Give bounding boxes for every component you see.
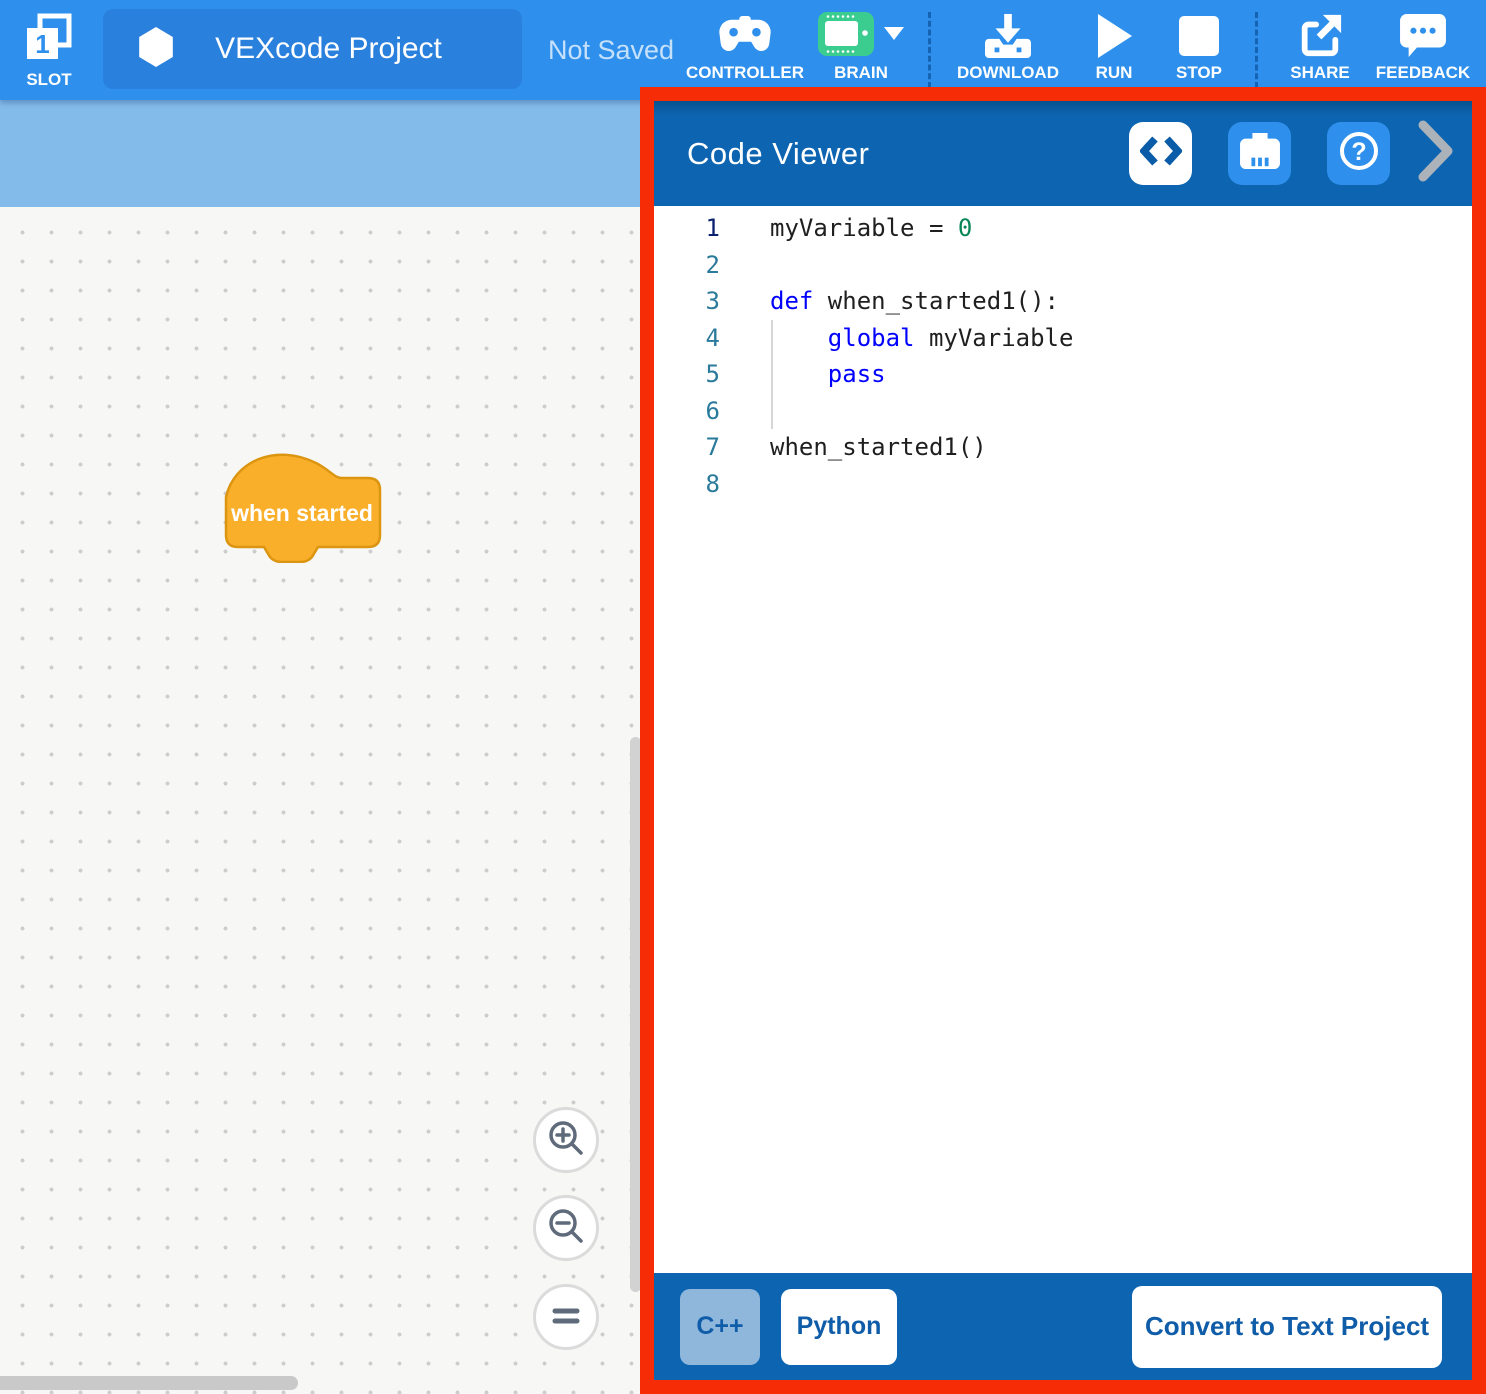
when-started-block-label: when started <box>230 500 373 526</box>
controller-button[interactable]: CONTROLLER <box>682 0 808 100</box>
code-token: pass <box>828 360 886 388</box>
indent-guide <box>771 356 773 393</box>
code-line: 5 pass <box>654 356 1472 393</box>
controller-label: CONTROLLER <box>686 63 804 83</box>
code-brackets-icon <box>1140 135 1182 172</box>
code-line: 6 <box>654 393 1472 430</box>
toolbar-actions: CONTROLLER <box>682 0 1478 100</box>
brain-label: BRAIN <box>834 63 888 83</box>
line-number: 8 <box>654 470 720 498</box>
code-line: 7 when_started1() <box>654 429 1472 466</box>
code-line: 4 global myVariable <box>654 320 1472 357</box>
brain-dropdown-caret-icon[interactable] <box>884 27 904 45</box>
when-started-block[interactable]: when started <box>220 451 384 563</box>
code-token: when_started1(): <box>813 287 1059 315</box>
indent-guide <box>771 320 773 357</box>
code-token: 0 <box>958 214 972 242</box>
feedback-label: FEEDBACK <box>1376 63 1470 83</box>
line-number: 6 <box>654 397 720 425</box>
toolbar-separator <box>928 12 931 88</box>
code-line-content: pass <box>720 360 886 388</box>
run-button[interactable]: RUN <box>1071 0 1157 100</box>
share-button[interactable]: SHARE <box>1272 0 1368 100</box>
code-token: when_started1() <box>770 433 987 461</box>
slot-label: SLOT <box>26 70 71 90</box>
zoom-in-icon <box>546 1118 586 1163</box>
download-icon <box>983 12 1033 60</box>
line-number: 2 <box>654 251 720 279</box>
code-line: 3def when_started1(): <box>654 283 1472 320</box>
line-number: 3 <box>654 287 720 315</box>
code-line-content: def when_started1(): <box>720 287 1059 315</box>
stop-icon <box>1179 12 1219 60</box>
slot-button[interactable]: 1 SLOT <box>18 6 80 96</box>
code-line-content: global myVariable <box>720 324 1073 352</box>
toolbar-separator <box>1255 12 1258 88</box>
code-view-toggle-button[interactable] <box>1129 122 1192 185</box>
project-title: VEXcode Project <box>175 32 522 66</box>
brain-button[interactable]: BRAIN <box>808 0 914 100</box>
download-button[interactable]: DOWNLOAD <box>945 0 1071 100</box>
code-token: myVariable = <box>770 214 958 242</box>
brain-icon <box>818 12 874 61</box>
zoom-reset-button[interactable] <box>533 1284 599 1350</box>
language-tab-python[interactable]: Python <box>781 1289 897 1365</box>
code-line: 8 <box>654 466 1472 503</box>
code-token: myVariable <box>915 324 1074 352</box>
stop-button[interactable]: STOP <box>1157 0 1241 100</box>
run-icon <box>1096 12 1132 60</box>
code-line: 1myVariable = 0 <box>654 210 1472 247</box>
code-token <box>770 360 828 388</box>
share-icon <box>1297 12 1343 60</box>
code-viewer-panel-highlighted: Code Viewer <box>640 87 1486 1394</box>
help-button[interactable]: ? <box>1327 122 1390 185</box>
hexagon-icon <box>137 26 175 73</box>
run-label: RUN <box>1096 63 1133 83</box>
collapse-panel-button[interactable] <box>1418 120 1454 187</box>
zoom-in-button[interactable] <box>533 1107 599 1173</box>
vexcode-app: 1 SLOT VEXcode Project Not Saved <box>0 0 1486 1394</box>
download-label: DOWNLOAD <box>957 63 1059 83</box>
code-viewer-code-area[interactable]: 1myVariable = 023def when_started1():4 g… <box>654 206 1472 1273</box>
convert-to-text-project-button[interactable]: Convert to Text Project <box>1132 1286 1442 1368</box>
brain-view-button[interactable] <box>1228 122 1291 185</box>
brain-screen-icon <box>1239 132 1281 175</box>
svg-text:?: ? <box>1351 138 1366 166</box>
code-line-content: myVariable = 0 <box>720 214 972 242</box>
language-tab-cpp[interactable]: C++ <box>680 1289 760 1365</box>
line-number: 1 <box>654 214 720 242</box>
line-number: 4 <box>654 324 720 352</box>
share-label: SHARE <box>1290 63 1350 83</box>
feedback-icon <box>1400 12 1446 60</box>
feedback-button[interactable]: FEEDBACK <box>1368 0 1478 100</box>
slot-icon: 1 <box>23 13 75 68</box>
code-line-content: when_started1() <box>720 433 987 461</box>
code-token: global <box>828 324 915 352</box>
help-question-icon: ? <box>1337 129 1381 178</box>
stop-label: STOP <box>1176 63 1222 83</box>
code-line: 2 <box>654 247 1472 284</box>
zoom-out-icon <box>546 1206 586 1251</box>
indent-guide <box>771 393 773 430</box>
code-token: def <box>770 287 813 315</box>
code-viewer-header: Code Viewer <box>654 101 1472 206</box>
line-number: 7 <box>654 433 720 461</box>
zoom-reset-icon <box>548 1303 584 1332</box>
chevron-right-icon <box>1418 120 1454 187</box>
top-toolbar: 1 SLOT VEXcode Project Not Saved <box>0 0 1486 100</box>
code-viewer-footer: C++ Python Convert to Text Project <box>654 1273 1472 1380</box>
project-title-button[interactable]: VEXcode Project <box>103 9 522 89</box>
save-status: Not Saved <box>548 0 674 100</box>
controller-icon <box>716 12 774 60</box>
svg-text:1: 1 <box>35 29 49 59</box>
zoom-out-button[interactable] <box>533 1195 599 1261</box>
code-token <box>770 324 828 352</box>
line-number: 5 <box>654 360 720 388</box>
code-viewer-title: Code Viewer <box>687 136 869 172</box>
canvas-horizontal-scrollbar[interactable] <box>0 1376 298 1390</box>
